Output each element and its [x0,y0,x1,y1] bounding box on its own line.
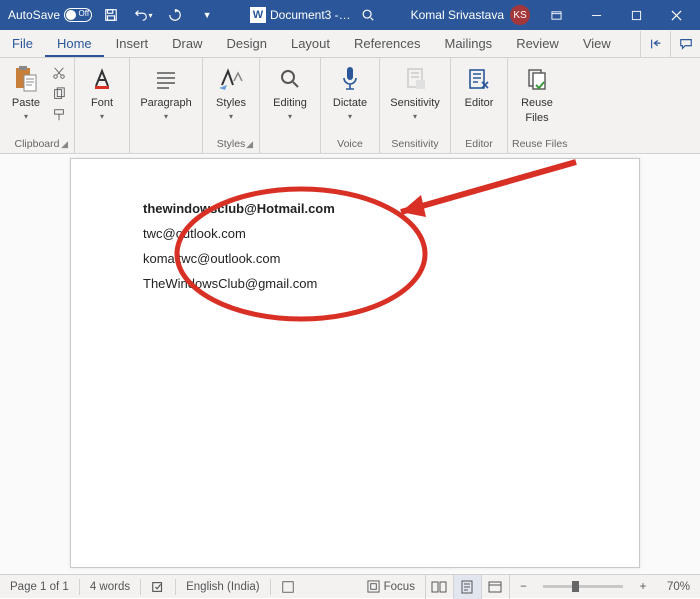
search-button[interactable] [355,0,381,30]
paste-button[interactable]: Paste ▾ [4,60,48,121]
undo-button[interactable]: ▾ [130,0,156,30]
sensitivity-icon [400,64,430,94]
editor-icon [464,64,494,94]
group-voice: Dictate ▾ Voice [321,58,380,153]
group-label-sensitivity: Sensitivity [391,138,438,150]
tab-layout[interactable]: Layout [279,32,342,57]
share-button[interactable] [640,31,670,57]
title-right: Komal Srivastava KS [411,0,700,30]
group-reuse-files: Reuse Files Reuse Files [508,58,571,153]
zoom-slider[interactable] [543,585,623,588]
zoom-level[interactable]: 70% [657,575,700,598]
autosave-toggle[interactable]: AutoSave Off [8,8,92,22]
web-layout-button[interactable] [481,575,509,599]
cut-button[interactable] [50,64,68,82]
editing-button[interactable]: Editing ▾ [264,60,316,121]
print-layout-button[interactable] [453,575,481,599]
comments-button[interactable] [670,31,700,57]
group-clipboard: Paste ▾ Clipboard◢ [0,58,75,153]
ribbon-tabs: File Home Insert Draw Design Layout Refe… [0,30,700,58]
sensitivity-button: Sensitivity ▾ [384,60,446,121]
ribbon-display-button[interactable] [536,0,576,30]
tab-draw[interactable]: Draw [160,32,214,57]
qat-customize-button[interactable]: ▼ [194,0,220,30]
group-label-clipboard: Clipboard [15,138,60,150]
document-title: Document3 -… [270,8,351,22]
chevron-down-icon: ▾ [288,112,292,121]
toggle-off-icon: Off [64,8,92,22]
tab-home[interactable]: Home [45,32,104,57]
group-label-editor: Editor [465,138,492,150]
zoom-out-button[interactable]: − [509,575,537,599]
dialog-launcher-icon[interactable]: ◢ [246,139,253,150]
tab-mailings[interactable]: Mailings [433,32,505,57]
maximize-button[interactable] [616,0,656,30]
status-language[interactable]: English (India) [176,575,270,598]
reuse-files-button[interactable]: Reuse Files [512,60,562,124]
tab-design[interactable]: Design [215,32,279,57]
paragraph-icon [151,64,181,94]
copy-button[interactable] [50,85,68,103]
paragraph-button[interactable]: Paragraph ▾ [134,60,198,121]
group-label-styles: Styles [217,138,246,150]
dialog-launcher-icon[interactable]: ◢ [61,139,68,150]
group-font: Font ▾ [75,58,130,153]
word-icon [250,7,266,23]
user-avatar[interactable]: KS [510,5,530,25]
annotation-arrow [381,157,581,227]
title-center: Document3 -… [220,0,411,30]
font-button[interactable]: Font ▾ [79,60,125,121]
search-icon [275,64,305,94]
ribbon: Paste ▾ Clipboard◢ Font ▾ Paragraph [0,58,700,154]
group-label-reuse: Reuse Files [512,138,567,150]
group-editing: Editing ▾ [260,58,321,153]
chevron-down-icon: ▾ [229,112,233,121]
tab-references[interactable]: References [342,32,432,57]
status-accessibility[interactable] [271,575,305,598]
dictate-button[interactable]: Dictate ▾ [325,60,375,121]
quick-access-toolbar: AutoSave Off ▾ ▼ [0,0,220,30]
status-bar: Page 1 of 1 4 words English (India) Focu… [0,574,700,598]
chevron-down-icon: ▾ [100,112,104,121]
styles-icon [216,64,246,94]
user-name: Komal Srivastava [411,8,504,22]
group-sensitivity: Sensitivity ▾ Sensitivity [380,58,451,153]
chevron-down-icon: ▾ [413,112,417,121]
editor-button[interactable]: Editor [455,60,503,109]
group-editor: Editor Editor [451,58,508,153]
tab-review[interactable]: Review [504,32,571,57]
tab-insert[interactable]: Insert [104,32,161,57]
group-styles: Styles ▾ Styles◢ [203,58,260,153]
title-bar: AutoSave Off ▾ ▼ Document3 -… Komal Sriv… [0,0,700,30]
group-label-voice: Voice [337,138,363,150]
tab-view[interactable]: View [571,32,623,57]
styles-button[interactable]: Styles ▾ [207,60,255,121]
reuse-files-icon [522,64,552,94]
chevron-down-icon: ▾ [24,112,28,121]
minimize-button[interactable] [576,0,616,30]
read-mode-button[interactable] [425,575,453,599]
redo-button[interactable] [162,0,188,30]
status-words[interactable]: 4 words [80,575,140,598]
zoom-in-button[interactable]: + [629,575,657,599]
group-paragraph: Paragraph ▾ [130,58,203,153]
chevron-down-icon: ▾ [164,112,168,121]
format-painter-button[interactable] [50,106,68,124]
font-icon [87,64,117,94]
status-page[interactable]: Page 1 of 1 [0,575,79,598]
close-button[interactable] [656,0,696,30]
document-page[interactable]: thewindowsclub@Hotmail.com twc@outlook.c… [70,158,640,568]
paste-icon [11,64,41,94]
tab-file[interactable]: File [0,32,45,57]
save-button[interactable] [98,0,124,30]
document-area: thewindowsclub@Hotmail.com twc@outlook.c… [0,154,700,574]
status-spellcheck[interactable] [141,575,175,598]
chevron-down-icon: ▾ [348,112,352,121]
microphone-icon [335,64,365,94]
focus-mode-button[interactable]: Focus [357,575,425,598]
autosave-label: AutoSave [8,8,60,22]
